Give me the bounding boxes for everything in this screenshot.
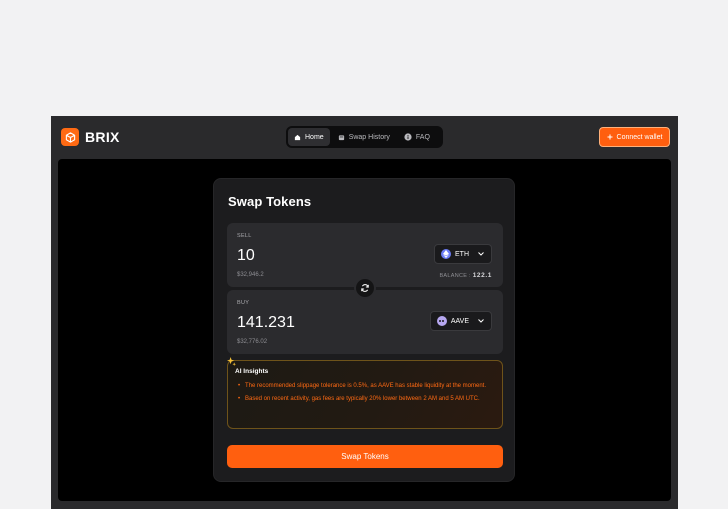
ai-insights-list: The recommended slippage tolerance is 0.… [238,382,494,408]
tab-swap-history[interactable]: Swap History [332,128,396,146]
swap-card: Swap Tokens SELL 10 $32,946.2 ETH BALANC… [213,178,515,482]
sell-token-label: ETH [455,250,469,258]
ai-insight-item: The recommended slippage tolerance is 0.… [238,382,494,391]
main-nav: Home Swap History FAQ [286,126,443,148]
sell-amount-input[interactable]: 10 [237,247,255,265]
buy-label: BUY [237,300,250,306]
sell-token-select[interactable]: ETH [434,244,492,264]
tab-home-label: Home [305,133,324,141]
info-icon [404,133,412,141]
calendar-icon [338,134,344,140]
switch-tokens-button[interactable] [354,277,376,299]
chevron-down-icon [478,252,484,256]
balance-value: 122.1 [472,272,492,279]
sell-balance: BALANCE : 122.1 [439,272,492,279]
brand-name: BRIX [85,129,120,145]
ai-insight-item: Based on recent activity, gas fees are t… [238,395,494,404]
cube-icon [61,128,79,146]
connect-wallet-label: Connect wallet [616,133,663,141]
tab-faq-label: FAQ [415,133,430,141]
tab-swap-history-label: Swap History [348,133,390,141]
main-stage: Swap Tokens SELL 10 $32,946.2 ETH BALANC… [58,159,671,501]
aave-icon [436,316,447,326]
app-window: BRIX Home Swap History FAQ Connect walle… [51,116,678,509]
ai-insights-panel: AI Insights The recommended slippage tol… [227,357,503,429]
eth-icon [441,249,451,259]
connect-wallet-button[interactable]: Connect wallet [599,127,670,147]
buy-token-label: AAVE [450,317,469,325]
tab-faq[interactable]: FAQ [398,128,436,146]
sparkle-icon [227,357,236,366]
swap-title: Swap Tokens [228,194,312,209]
buy-token-select[interactable]: AAVE [429,311,492,331]
sell-label: SELL [237,233,252,239]
balance-label: BALANCE : [439,273,471,279]
chevron-down-icon [478,319,484,323]
ai-insights-title: AI Insights [235,368,269,375]
plus-icon [607,134,613,140]
refresh-icon [361,284,369,292]
home-icon [294,134,301,140]
brand[interactable]: BRIX [61,128,120,146]
tab-home[interactable]: Home [288,128,330,146]
swap-tokens-button[interactable]: Swap Tokens [227,445,503,468]
buy-amount-input[interactable]: 141.231 [237,314,295,332]
buy-usd-value: $32,776.02 [237,339,268,345]
sell-usd-value: $32,946.2 [237,272,264,278]
buy-panel: BUY 141.231 $32,776.02 AAVE [227,290,503,354]
top-bar: BRIX Home Swap History FAQ Connect walle… [51,116,678,158]
